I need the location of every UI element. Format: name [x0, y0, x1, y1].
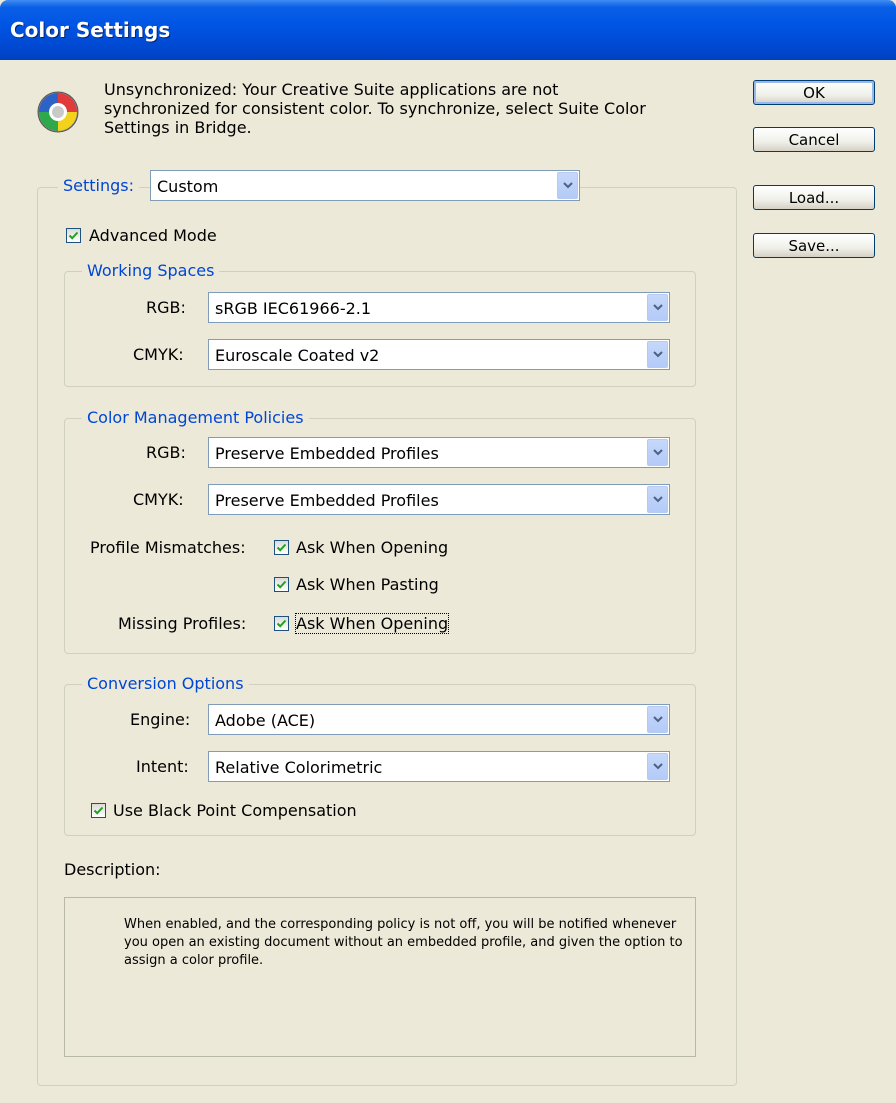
engine-dropdown[interactable]: Adobe (ACE) [208, 704, 670, 735]
ws-rgb-label: RGB: [146, 298, 186, 317]
checkmark-icon [276, 619, 287, 628]
policies-title: Color Management Policies [82, 408, 309, 428]
save-button[interactable]: Save... [753, 233, 875, 258]
chevron-down-icon[interactable] [647, 439, 668, 466]
mismatch-pasting-checkbox[interactable] [274, 577, 289, 592]
engine-value: Adobe (ACE) [215, 711, 316, 730]
checkmark-icon [276, 580, 287, 589]
missing-opening-checkbox[interactable] [274, 616, 289, 631]
description-text: When enabled, and the corresponding poli… [124, 917, 683, 968]
ws-cmyk-value: Euroscale Coated v2 [215, 346, 380, 365]
settings-dropdown[interactable]: Custom [150, 170, 580, 201]
working-spaces-title: Working Spaces [82, 261, 220, 281]
chevron-down-icon[interactable] [647, 294, 668, 321]
sync-message: Unsynchronized: Your Creative Suite appl… [104, 80, 646, 137]
policy-cmyk-dropdown[interactable]: Preserve Embedded Profiles [208, 484, 670, 515]
description-label: Description: [64, 860, 161, 879]
mismatch-opening-checkbox[interactable] [274, 540, 289, 555]
black-point-label[interactable]: Use Black Point Compensation [113, 801, 357, 820]
settings-label: Settings: [58, 176, 140, 196]
missing-opening-label[interactable]: Ask When Opening [294, 613, 450, 634]
policy-rgb-value: Preserve Embedded Profiles [215, 444, 439, 463]
chevron-down-icon[interactable] [647, 486, 668, 513]
settings-value: Custom [157, 177, 219, 196]
ws-rgb-value: sRGB IEC61966-2.1 [215, 299, 372, 318]
title-bar[interactable]: Color Settings [0, 0, 896, 60]
policy-rgb-label: RGB: [146, 443, 186, 462]
advanced-mode-label[interactable]: Advanced Mode [89, 226, 217, 245]
chevron-down-icon[interactable] [647, 753, 668, 780]
window-title: Color Settings [10, 18, 171, 42]
chevron-down-icon[interactable] [647, 341, 668, 368]
chevron-down-icon[interactable] [647, 706, 668, 733]
advanced-mode-checkbox[interactable] [66, 228, 81, 243]
ws-cmyk-label: CMYK: [133, 345, 184, 364]
mismatch-pasting-label[interactable]: Ask When Pasting [296, 575, 439, 594]
intent-value: Relative Colorimetric [215, 758, 383, 777]
description-box: When enabled, and the corresponding poli… [64, 897, 696, 1057]
chevron-down-icon[interactable] [557, 172, 578, 199]
color-wheel-icon [37, 91, 79, 133]
checkmark-icon [276, 543, 287, 552]
intent-dropdown[interactable]: Relative Colorimetric [208, 751, 670, 782]
checkmark-icon [68, 231, 79, 240]
black-point-checkbox[interactable] [91, 803, 106, 818]
profile-mismatches-label: Profile Mismatches: [90, 538, 246, 557]
conversion-title: Conversion Options [82, 674, 249, 694]
intent-label: Intent: [136, 757, 189, 776]
ws-rgb-dropdown[interactable]: sRGB IEC61966-2.1 [208, 292, 670, 323]
missing-profiles-label: Missing Profiles: [118, 614, 247, 633]
load-button[interactable]: Load... [753, 185, 875, 210]
policy-cmyk-value: Preserve Embedded Profiles [215, 491, 439, 510]
checkmark-icon [93, 806, 104, 815]
policy-rgb-dropdown[interactable]: Preserve Embedded Profiles [208, 437, 670, 468]
ws-cmyk-dropdown[interactable]: Euroscale Coated v2 [208, 339, 670, 370]
policy-cmyk-label: CMYK: [133, 490, 184, 509]
cancel-button[interactable]: Cancel [753, 127, 875, 152]
mismatch-opening-label[interactable]: Ask When Opening [296, 538, 448, 557]
ok-button[interactable]: OK [753, 80, 875, 105]
engine-label: Engine: [130, 710, 191, 729]
